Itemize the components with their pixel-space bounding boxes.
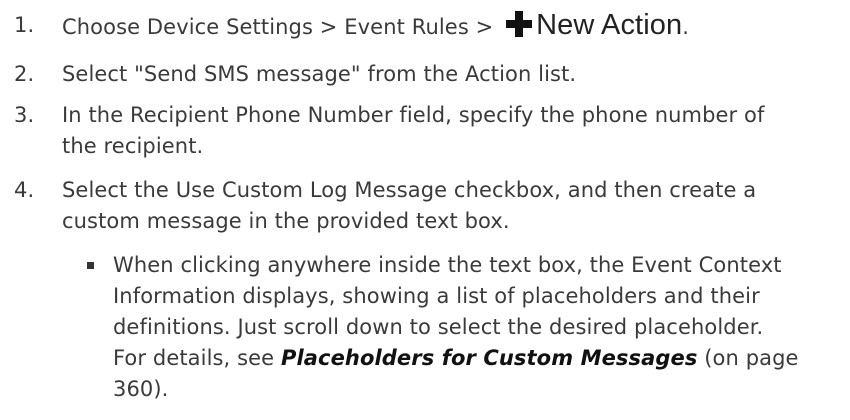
step-number: 2. xyxy=(14,62,35,86)
step-text: Select the Use Custom Log Message checkb… xyxy=(62,173,832,239)
new-action-label: New Action xyxy=(536,9,683,41)
step-4-line-1: Select the Use Custom Log Message checkb… xyxy=(62,178,757,202)
note-line-4-suffix: (on page xyxy=(704,346,799,370)
step-1-text: Choose Device Settings > Event Rules > xyxy=(62,15,494,39)
step-text: In the Recipient Phone Number field, spe… xyxy=(62,98,832,164)
step-text: Select "Send SMS message" from the Actio… xyxy=(62,62,577,86)
note-line-1: When clicking anywhere inside the text b… xyxy=(113,253,782,277)
note-line-4-prefix: For details, see xyxy=(113,346,275,370)
step-number: 3. xyxy=(14,103,35,127)
step-1-trailing: . xyxy=(682,15,689,39)
note-line-5: 360). xyxy=(113,377,169,401)
step-number: 4. xyxy=(14,178,35,202)
square-bullet-icon xyxy=(87,262,94,269)
step-number: 1. xyxy=(14,13,35,37)
note-line-2: Information displays, showing a list of … xyxy=(113,284,760,308)
step-3-line-1: In the Recipient Phone Number field, spe… xyxy=(62,103,765,127)
placeholders-link[interactable]: Placeholders for Custom Messages xyxy=(281,346,698,370)
step-text: Choose Device Settings > Event Rules > N… xyxy=(62,8,832,45)
step-4-line-2: custom message in the provided text box. xyxy=(62,209,510,233)
plus-icon xyxy=(506,11,533,37)
note-line-3: definitions. Just scroll down to select … xyxy=(113,315,764,339)
step-3-line-2: the recipient. xyxy=(62,134,204,158)
note-text: When clicking anywhere inside the text b… xyxy=(113,250,838,405)
new-action-button-image: New Action xyxy=(506,8,682,45)
note-line-4: For details, see Placeholders for Custom… xyxy=(113,343,838,374)
document-page: 1. Choose Device Settings > Event Rules … xyxy=(0,0,850,420)
